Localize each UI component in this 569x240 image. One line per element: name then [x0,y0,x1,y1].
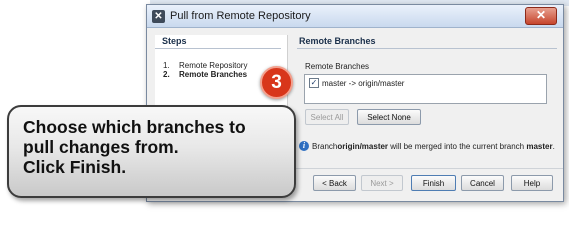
branch-label: master -> origin/master [322,78,405,88]
step-badge: 3 [260,66,293,99]
finish-button[interactable]: Finish [411,175,456,191]
dialog-titlebar: ✕ Pull from Remote Repository ✕ [147,5,563,28]
back-button[interactable]: < Back [313,175,356,191]
callout-line: Click Finish. [23,157,127,177]
branch-list-label: Remote Branches [305,62,370,71]
info-icon: i [299,141,309,151]
section-heading: Remote Branches [297,35,557,49]
step-number: 1. [163,61,170,70]
info-prefix: Branch [312,141,338,151]
instruction-callout: Choose which branches to pull changes fr… [7,105,296,198]
info-suffix: . [552,141,555,151]
next-button[interactable]: Next > [361,175,403,191]
cancel-button[interactable]: Cancel [461,175,504,191]
select-all-button[interactable]: Select All [305,109,349,125]
step-label: Remote Repository [179,61,248,70]
branch-list: ✓ master -> origin/master [304,74,547,104]
info-middle: will be merged into the current branch [388,141,527,151]
merge-info: i Branch origin/master will be merged in… [299,141,555,151]
callout-line: pull changes from. [23,137,179,157]
help-button[interactable]: Help [511,175,553,191]
dialog-title: Pull from Remote Repository [170,10,311,22]
branch-row[interactable]: ✓ master -> origin/master [305,75,546,88]
steps-heading: Steps [155,35,281,49]
branch-checkbox[interactable]: ✓ [309,78,319,88]
callout-line: Choose which branches to [23,117,246,137]
app-icon: ✕ [152,9,165,23]
info-current-branch: master [526,141,553,151]
step-label: Remote Branches [179,70,248,79]
select-none-button[interactable]: Select None [357,109,421,125]
close-button[interactable]: ✕ [525,7,557,25]
step-number: 2. [163,70,170,79]
info-branch: origin/master [337,141,389,151]
